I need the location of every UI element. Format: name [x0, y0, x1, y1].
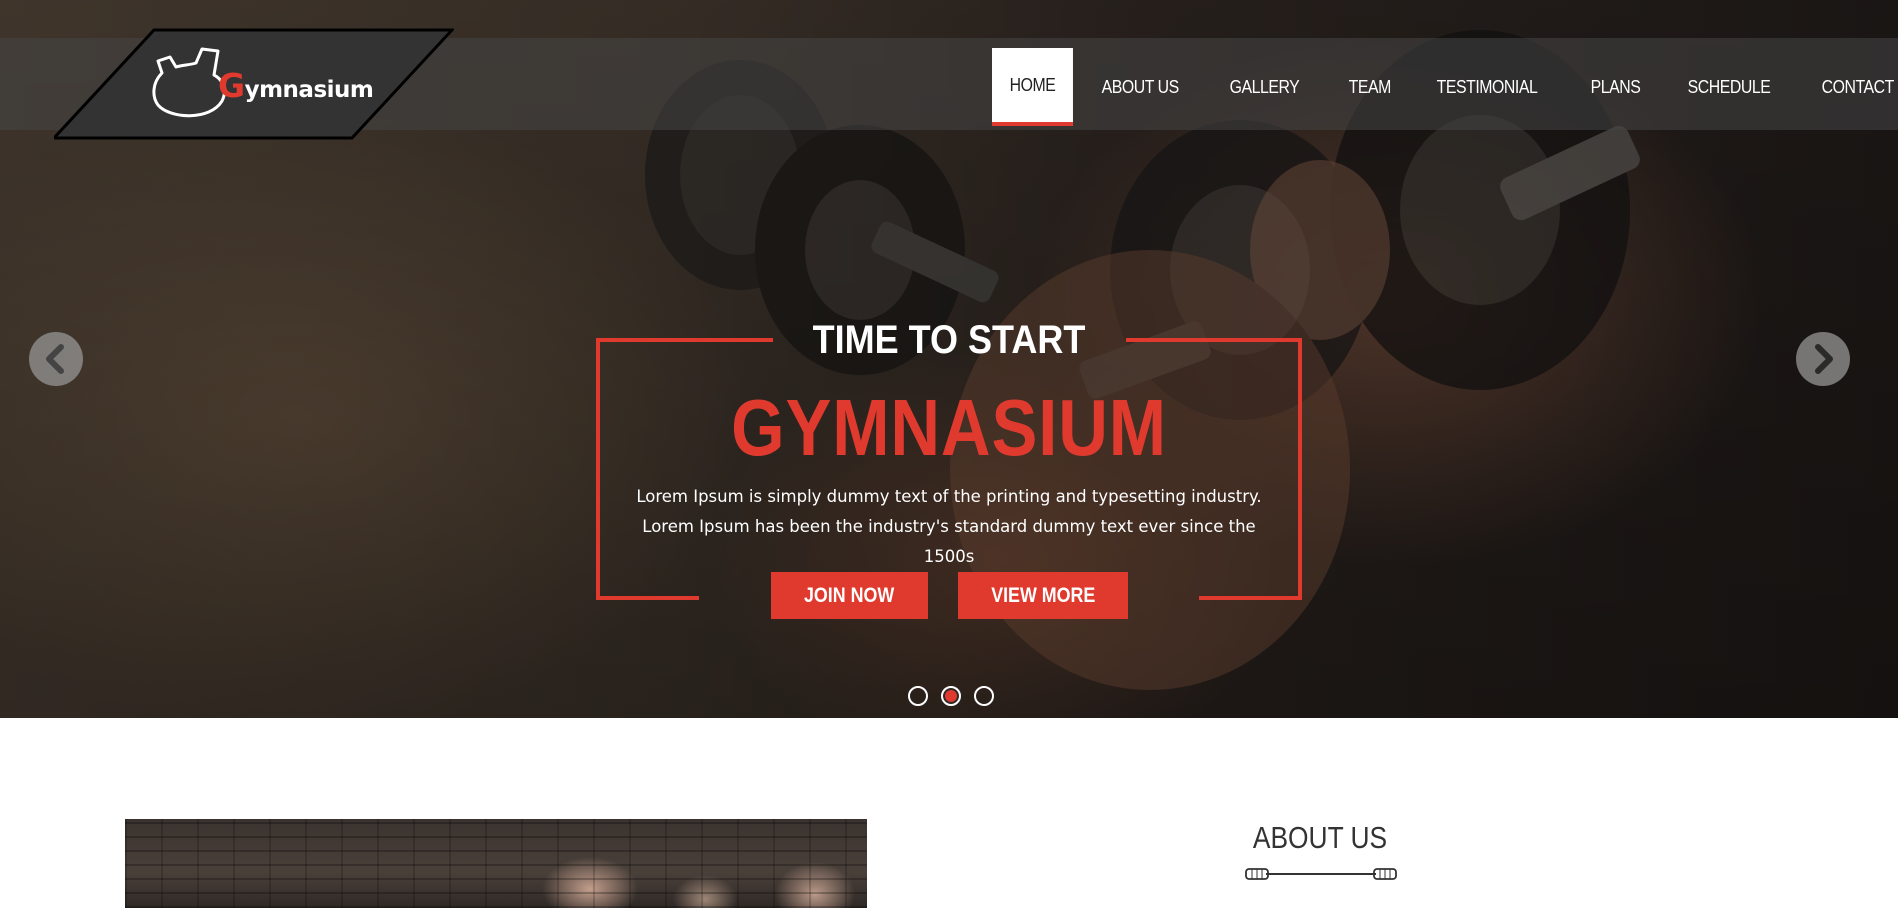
slider-next-button[interactable] — [1796, 332, 1850, 386]
slider-dot-1[interactable] — [908, 686, 928, 706]
view-more-label: VIEW MORE — [990, 583, 1096, 607]
barbell-divider-icon — [1245, 868, 1397, 880]
nav-item-plans[interactable]: PLANS — [1573, 48, 1658, 126]
nav-item-schedule[interactable]: SCHEDULE — [1670, 48, 1788, 126]
nav-item-contact[interactable]: CONTACT — [1804, 48, 1898, 126]
main-nav: HOME ABOUT US GALLERY TEAM TESTIMONIAL PLANS S… — [992, 48, 1898, 126]
chevron-left-icon — [46, 344, 64, 374]
slider-prev-button[interactable] — [29, 332, 83, 386]
hero-headline: GYMNASIUM — [731, 383, 1167, 472]
slider-dot-3[interactable] — [974, 686, 994, 706]
hero-description: Lorem Ipsum is simply dummy text of the … — [636, 487, 1262, 566]
about-title: ABOUT US — [1252, 820, 1388, 855]
slider-dot-2[interactable] — [941, 686, 961, 706]
chevron-right-icon — [1815, 344, 1833, 374]
join-now-label: JOIN NOW — [804, 583, 895, 607]
logo-initial: G — [218, 66, 245, 105]
slider-pagination — [908, 686, 994, 706]
nav-item-testimonial[interactable]: TESTIMONIAL — [1419, 48, 1555, 126]
hero-slider: Gymnasium HOME ABOUT US GALLERY TEAM TESTIMO… — [0, 0, 1898, 718]
view-more-button[interactable]: VIEW MORE — [958, 572, 1128, 619]
nav-item-home[interactable]: HOME — [992, 48, 1073, 126]
join-now-button[interactable]: JOIN NOW — [771, 572, 928, 619]
about-photo — [125, 819, 867, 908]
logo-rest: ymnasium — [244, 77, 374, 103]
hero-kicker: TIME TO START — [812, 318, 1086, 362]
logo-wordmark[interactable]: Gymnasium — [218, 66, 374, 105]
nav-item-about-us[interactable]: ABOUT US — [1084, 48, 1196, 126]
nav-item-gallery[interactable]: GALLERY — [1212, 48, 1317, 126]
nav-item-team[interactable]: TEAM — [1331, 48, 1408, 126]
